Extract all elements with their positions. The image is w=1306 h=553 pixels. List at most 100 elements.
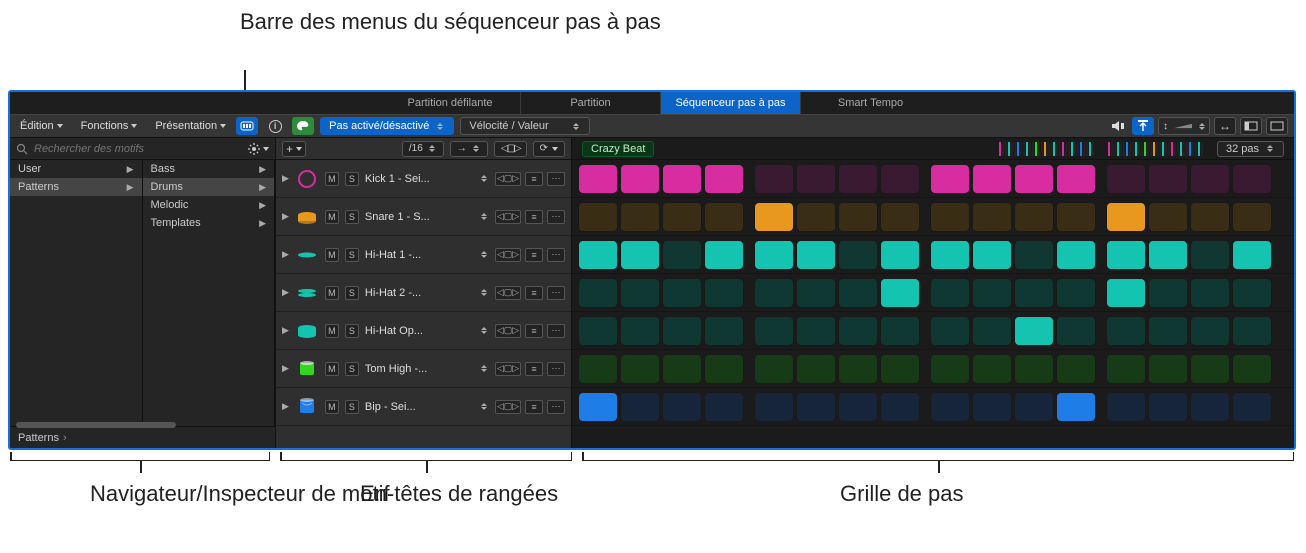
step-cell[interactable] — [930, 316, 970, 346]
step-cell[interactable] — [838, 354, 878, 384]
step-cell[interactable] — [972, 316, 1012, 346]
step-cell[interactable] — [930, 278, 970, 308]
step-cell[interactable] — [1056, 354, 1096, 384]
step-mode-selector[interactable]: Pas activé/désactivé — [320, 117, 454, 135]
step-cell[interactable] — [704, 278, 744, 308]
step-cell[interactable] — [1014, 316, 1054, 346]
step-cell[interactable] — [1232, 240, 1272, 270]
inspector-toggle-icon[interactable] — [1240, 117, 1262, 135]
step-cell[interactable] — [1056, 240, 1096, 270]
step-cell[interactable] — [578, 202, 618, 232]
step-cell[interactable] — [1106, 354, 1146, 384]
subrow-menu-icon[interactable]: ≡ — [525, 248, 543, 262]
tab-2[interactable]: Séquenceur pas à pas — [660, 92, 800, 114]
row-header[interactable]: ▶MSHi-Hat 1 -...◁▢▷≡⋯ — [276, 236, 571, 274]
step-cell[interactable] — [1014, 240, 1054, 270]
subrow-tie-icon[interactable]: ◁▢▷ — [495, 400, 521, 414]
step-cell[interactable] — [972, 240, 1012, 270]
step-cell[interactable] — [1014, 392, 1054, 422]
disclosure-triangle-icon[interactable]: ▶ — [282, 249, 289, 260]
step-cell[interactable] — [578, 240, 618, 270]
step-cell[interactable] — [754, 240, 794, 270]
step-cell[interactable] — [796, 316, 836, 346]
chevron-updown-icon[interactable] — [479, 175, 489, 182]
step-cell[interactable] — [1190, 278, 1230, 308]
mute-button[interactable]: M — [325, 400, 339, 414]
tab-1[interactable]: Partition — [520, 92, 660, 114]
step-cell[interactable] — [1014, 278, 1054, 308]
step-cell[interactable] — [1056, 392, 1096, 422]
midi-in-icon[interactable] — [236, 117, 258, 135]
row-header[interactable]: ▶MSHi-Hat Op...◁▢▷≡⋯ — [276, 312, 571, 350]
step-cell[interactable] — [578, 164, 618, 194]
value-mode-selector[interactable]: Vélocité / Valeur — [460, 117, 590, 135]
step-cell[interactable] — [1056, 202, 1096, 232]
subrow-menu-icon[interactable]: ≡ — [525, 324, 543, 338]
row-header[interactable]: ▶MSBip - Sei...◁▢▷≡⋯ — [276, 388, 571, 426]
step-cell[interactable] — [662, 278, 702, 308]
mute-button[interactable]: M — [325, 362, 339, 376]
step-cell[interactable] — [1190, 392, 1230, 422]
step-cell[interactable] — [1056, 164, 1096, 194]
step-cell[interactable] — [880, 164, 920, 194]
step-cell[interactable] — [880, 354, 920, 384]
disclosure-triangle-icon[interactable]: ▶ — [282, 173, 289, 184]
step-cell[interactable] — [1148, 240, 1188, 270]
step-cell[interactable] — [880, 316, 920, 346]
step-cell[interactable] — [972, 392, 1012, 422]
step-cell[interactable] — [578, 392, 618, 422]
step-cell[interactable] — [620, 240, 660, 270]
preview-sound-icon[interactable] — [1108, 117, 1128, 135]
step-cell[interactable] — [930, 202, 970, 232]
mute-button[interactable]: M — [325, 248, 339, 262]
step-cell[interactable] — [1232, 316, 1272, 346]
row-header[interactable]: ▶MSHi-Hat 2 -...◁▢▷≡⋯ — [276, 274, 571, 312]
browser-item[interactable]: Bass▶ — [143, 160, 275, 178]
info-icon[interactable]: i — [264, 117, 286, 135]
step-cell[interactable] — [754, 278, 794, 308]
step-cell[interactable] — [1106, 316, 1146, 346]
step-cell[interactable] — [1014, 164, 1054, 194]
step-cell[interactable] — [880, 202, 920, 232]
step-cell[interactable] — [578, 316, 618, 346]
subrow-tie-icon[interactable]: ◁▢▷ — [495, 324, 521, 338]
step-cell[interactable] — [838, 240, 878, 270]
step-cell[interactable] — [754, 164, 794, 194]
step-cell[interactable] — [1232, 202, 1272, 232]
step-division-selector[interactable]: /16 — [402, 141, 444, 157]
step-cell[interactable] — [662, 240, 702, 270]
step-cell[interactable] — [1190, 164, 1230, 194]
row-header[interactable]: ▶MSTom High -...◁▢▷≡⋯ — [276, 350, 571, 388]
step-cell[interactable] — [930, 392, 970, 422]
gear-icon[interactable] — [248, 143, 269, 155]
step-cell[interactable] — [1106, 278, 1146, 308]
step-cell[interactable] — [1148, 354, 1188, 384]
solo-button[interactable]: S — [345, 362, 359, 376]
subrow-more-icon[interactable]: ⋯ — [547, 286, 565, 300]
subrow-more-icon[interactable]: ⋯ — [547, 362, 565, 376]
subrow-menu-icon[interactable]: ≡ — [525, 172, 543, 186]
browser-item[interactable]: Patterns▶ — [10, 178, 142, 196]
browser-path[interactable]: Patterns › — [10, 426, 275, 448]
browser-item[interactable]: Drums▶ — [143, 178, 275, 196]
step-count-selector[interactable]: 32 pas — [1217, 141, 1284, 157]
step-cell[interactable] — [796, 164, 836, 194]
step-cell[interactable] — [662, 202, 702, 232]
chevron-updown-icon[interactable] — [479, 289, 489, 296]
disclosure-triangle-icon[interactable]: ▶ — [282, 401, 289, 412]
step-cell[interactable] — [838, 202, 878, 232]
palette-icon[interactable] — [292, 117, 314, 135]
step-cell[interactable] — [1190, 202, 1230, 232]
step-cell[interactable] — [620, 164, 660, 194]
loop-mode-selector[interactable]: ⟳ — [533, 141, 565, 157]
step-cell[interactable] — [880, 278, 920, 308]
step-cell[interactable] — [796, 240, 836, 270]
solo-button[interactable]: S — [345, 210, 359, 224]
mute-button[interactable]: M — [325, 324, 339, 338]
step-cell[interactable] — [1106, 392, 1146, 422]
subrow-more-icon[interactable]: ⋯ — [547, 172, 565, 186]
step-cell[interactable] — [704, 316, 744, 346]
playback-mode-selector[interactable]: → — [450, 141, 488, 157]
chevron-updown-icon[interactable] — [479, 403, 489, 410]
step-cell[interactable] — [662, 354, 702, 384]
